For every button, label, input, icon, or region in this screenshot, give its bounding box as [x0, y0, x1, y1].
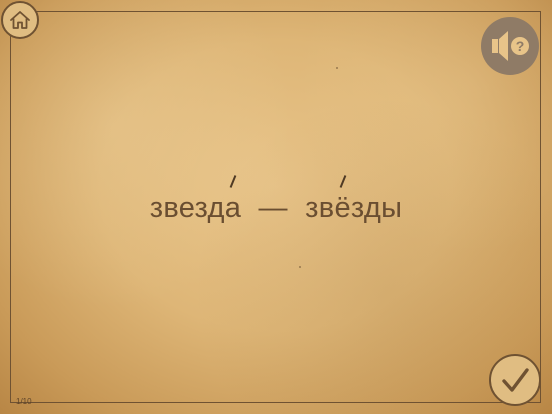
home-button[interactable]: [1, 1, 39, 39]
progress-counter: 1/10: [16, 397, 32, 406]
home-icon: [9, 10, 31, 30]
word-plural: зв ёзды: [305, 175, 403, 225]
word-plural-stressed-letter: ё: [334, 175, 351, 225]
check-button[interactable]: [489, 354, 541, 406]
dash-separator: —: [258, 192, 288, 224]
word-pair: звезд а — зв ёзды: [0, 175, 552, 225]
sound-help-button[interactable]: ?: [481, 17, 539, 75]
word-singular: звезд а: [149, 175, 242, 225]
word-plural-stressed-char: ё: [334, 192, 351, 224]
word-singular-stressed-letter: а: [224, 175, 242, 225]
checkmark-icon: [500, 366, 530, 394]
decorative-speck: [336, 67, 338, 69]
word-singular-stem: звезд: [149, 192, 225, 224]
svg-text:?: ?: [516, 38, 525, 54]
word-plural-suffix: зды: [350, 192, 403, 224]
word-plural-prefix: зв: [305, 192, 335, 224]
speaker-question-icon: ?: [488, 28, 532, 64]
decorative-speck: [299, 266, 301, 268]
stress-mark-icon: [229, 175, 237, 188]
word-singular-stressed-char: а: [224, 192, 242, 224]
stress-mark-icon: [339, 175, 347, 188]
